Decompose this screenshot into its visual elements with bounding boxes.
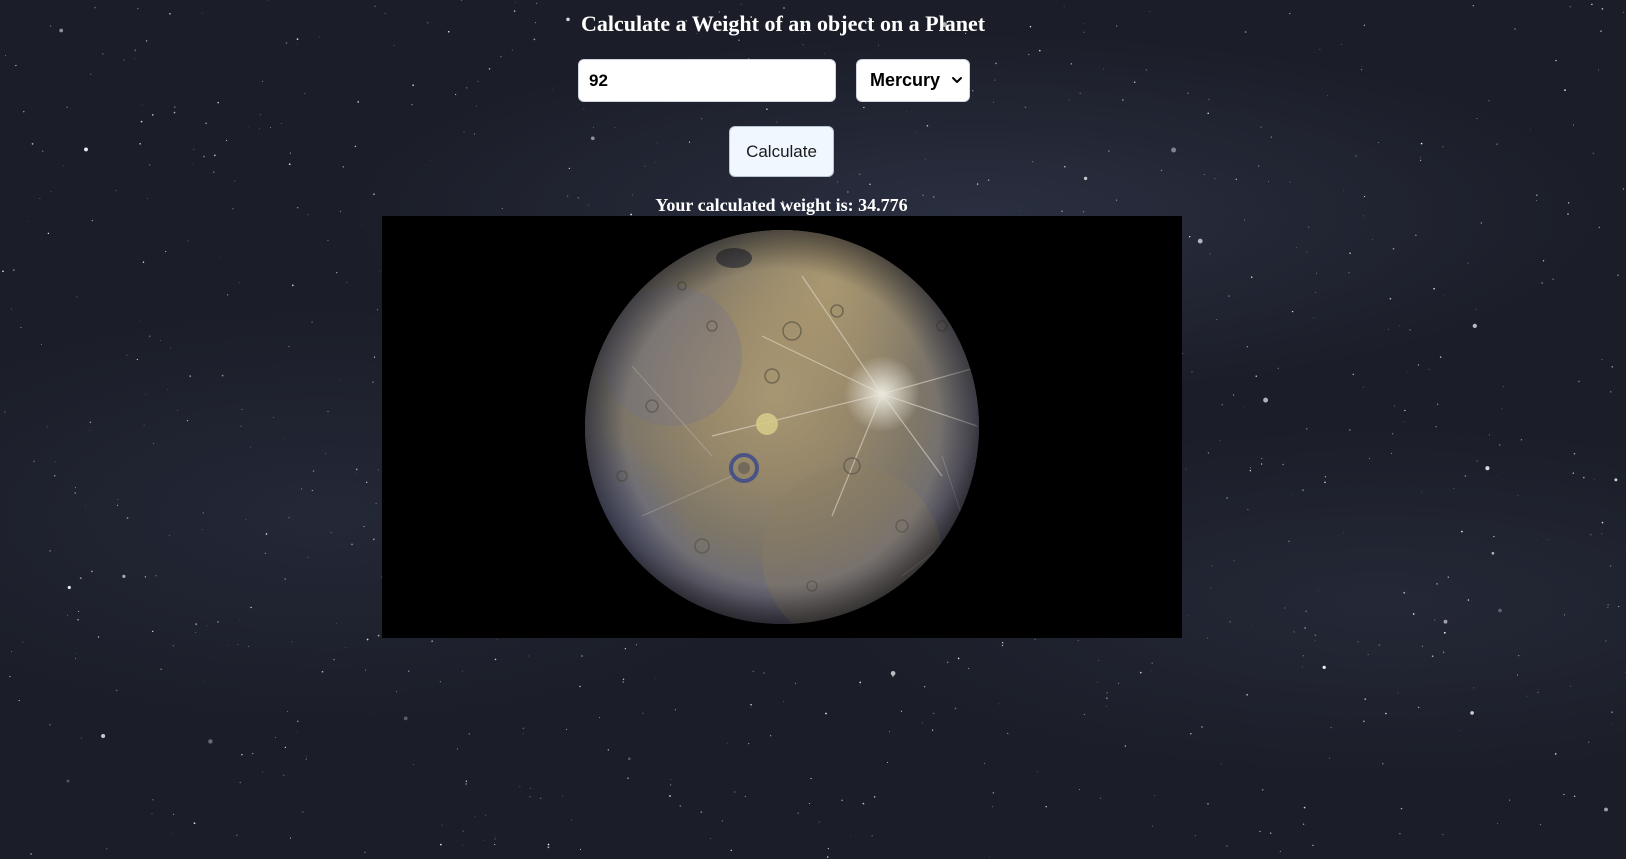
planet-image	[382, 216, 1182, 638]
weight-input[interactable]	[578, 59, 836, 102]
page-title: Calculate a Weight of an object on a Pla…	[580, 11, 986, 36]
planet-select-value: Mercury	[870, 70, 941, 90]
result-text: Your calculated weight is: 34.776	[655, 195, 908, 215]
chevron-down-icon	[952, 77, 962, 83]
planet-select[interactable]: Mercury	[856, 59, 970, 102]
mercury-planet-graphic	[382, 216, 1182, 638]
calculate-button[interactable]: Calculate	[729, 126, 834, 177]
